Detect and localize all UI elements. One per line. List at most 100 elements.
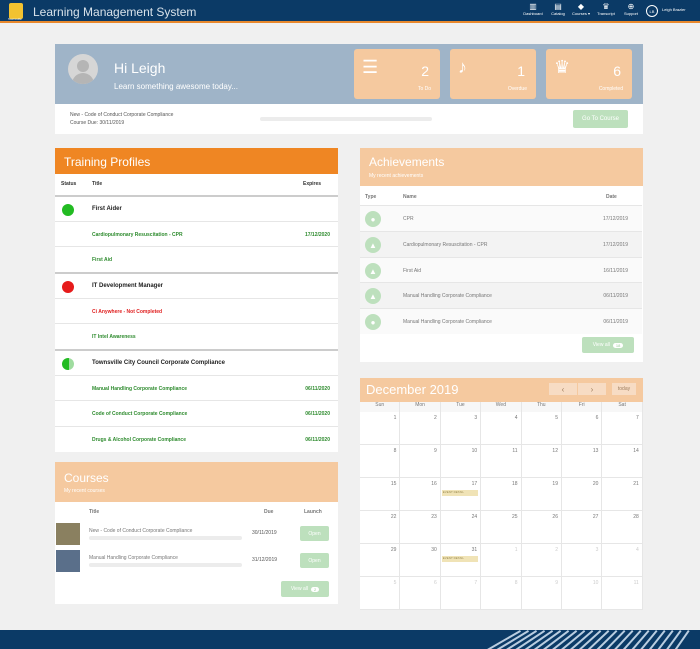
app-title: Learning Management System (33, 5, 197, 19)
day-number: 15 (390, 481, 397, 487)
profile-item[interactable]: IT Intel Awareness (55, 323, 338, 349)
profile-item[interactable]: Cardiopulmonary Resuscitation - CPR 17/1… (55, 221, 338, 247)
col-date: Date (606, 194, 617, 200)
stat-overdue[interactable]: ♪ 1 Overdue (450, 49, 536, 99)
user-avatar[interactable]: LB (646, 5, 658, 17)
calendar-day[interactable]: 31 EVENT DETAIL (440, 544, 482, 577)
calendar-day[interactable]: 7 (440, 577, 482, 610)
achievement-row[interactable]: ▲ Cardiopulmonary Resuscitation - CPR 17/1… (360, 231, 642, 257)
calendar-day[interactable]: 15 (360, 478, 401, 511)
calendar-day[interactable]: 8 (360, 445, 401, 478)
calendar-event[interactable]: EVENT DETAIL (441, 556, 478, 562)
calendar-day[interactable]: 1 (481, 544, 522, 577)
course-row[interactable]: New - Code of Conduct Corporate Complian… (55, 521, 338, 547)
course-progress (89, 563, 242, 567)
open-course-button[interactable]: Open (300, 553, 329, 568)
profile-group[interactable]: IT Development Manager (55, 272, 338, 298)
calendar-day[interactable]: 3 (562, 544, 603, 577)
profile-item[interactable]: Drugs & Alcohol Corporate Compliance 06/… (55, 426, 338, 452)
calendar-day[interactable]: 10 (562, 577, 603, 610)
course-progress (89, 536, 242, 540)
calendar-day[interactable]: 2 (521, 544, 562, 577)
day-number: 2 (555, 547, 558, 553)
go-to-course-button[interactable]: Go To Course (573, 110, 628, 128)
calendar-day[interactable]: 9 (400, 445, 441, 478)
calendar-day[interactable]: 11 (602, 577, 643, 610)
calendar-day[interactable]: 8 (481, 577, 522, 610)
status-dot-icon (62, 358, 74, 370)
col-status: Status (61, 181, 77, 187)
calendar-day[interactable]: 22 (360, 511, 401, 544)
calendar-day[interactable]: 20 (562, 478, 603, 511)
achievement-row[interactable]: ● Manual Handling Corporate Compliance 06/… (360, 308, 642, 334)
bell-icon: ♪ (458, 57, 467, 77)
user-name[interactable]: Leigh Brazier (662, 7, 686, 12)
courses-view-all-button[interactable]: View all 2 (281, 581, 329, 597)
nav-transcript[interactable]: ♛ Transcript (593, 3, 619, 17)
col-name: Name (403, 194, 417, 200)
profile-group[interactable]: First Aider (55, 195, 338, 221)
training-profiles-title: Training Profiles (64, 155, 151, 169)
calendar-day[interactable]: 29 (360, 544, 401, 577)
graduation-cap-icon: ◆ (577, 2, 585, 11)
calendar-day[interactable]: 26 (521, 511, 562, 544)
stat-todo[interactable]: ☰ 2 To Do (354, 49, 440, 99)
nav-courses[interactable]: ◆ Courses ▾ (568, 2, 594, 17)
calendar-day[interactable]: 30 (400, 544, 441, 577)
calendar-day[interactable]: 4 (481, 412, 522, 445)
calendar-prev-button[interactable]: ‹ (549, 383, 577, 395)
calendar-day[interactable]: 24 (440, 511, 482, 544)
calendar-today-button[interactable]: today (612, 383, 636, 395)
profile-item[interactable]: Manual Handling Corporate Compliance 06/… (55, 375, 338, 401)
profile-group[interactable]: Townsville City Council Corporate Compli… (55, 349, 338, 375)
calendar-day[interactable]: 16 (400, 478, 441, 511)
calendar-day[interactable]: 19 (521, 478, 562, 511)
calendar-day[interactable]: 5 (360, 577, 401, 610)
day-number: 4 (636, 547, 639, 553)
calendar-event[interactable]: EVENT DETAIL (441, 490, 478, 496)
calendar-day[interactable]: 18 (481, 478, 522, 511)
calendar-day[interactable]: 11 (481, 445, 522, 478)
courses-subtitle: My recent courses (64, 488, 105, 494)
calendar-day[interactable]: 4 (602, 544, 643, 577)
stat-completed[interactable]: ♛ 6 Completed (546, 49, 632, 99)
calendar-day[interactable]: 1 (360, 412, 401, 445)
calendar-month-title: December 2019 (366, 382, 459, 397)
calendar-day[interactable]: 17 EVENT DETAIL (440, 478, 482, 511)
calendar-day[interactable]: 3 (440, 412, 482, 445)
course-thumbnail (56, 523, 80, 545)
open-course-button[interactable]: Open (300, 526, 329, 541)
calendar-day[interactable]: 25 (481, 511, 522, 544)
calendar-day[interactable]: 5 (521, 412, 562, 445)
calendar-day[interactable]: 27 (562, 511, 603, 544)
calendar-day[interactable]: 14 (602, 445, 643, 478)
current-course-due: Course Due: 30/11/2019 (70, 120, 125, 126)
medal-icon: ● (365, 314, 381, 330)
calendar-day[interactable]: 2 (400, 412, 441, 445)
profile-item[interactable]: First Aid (55, 246, 338, 272)
calendar-day[interactable]: 23 (400, 511, 441, 544)
day-number: 12 (552, 448, 558, 454)
calendar-day[interactable]: 7 (602, 412, 643, 445)
achievement-row[interactable]: ▲ Manual Handling Corporate Compliance 06/… (360, 282, 642, 308)
user-avatar-icon (68, 54, 98, 84)
achievements-view-all-button[interactable]: View all 18 (582, 337, 634, 353)
profile-item[interactable]: Code of Conduct Corporate Compliance 06/… (55, 400, 338, 426)
current-course-name: New - Code of Conduct Corporate Complian… (70, 112, 174, 118)
achievement-row[interactable]: ● CPR 17/12/2019 (360, 205, 642, 231)
profile-item[interactable]: Ci Anywhere - Not Completed (55, 298, 338, 324)
calendar-day[interactable]: 13 (562, 445, 603, 478)
calendar-day[interactable]: 21 (602, 478, 643, 511)
achievement-row[interactable]: ▲ First Aid 16/11/2019 (360, 257, 642, 283)
calendar-day[interactable]: 6 (400, 577, 441, 610)
calendar-next-button[interactable]: › (578, 383, 606, 395)
calendar-day[interactable]: 9 (521, 577, 562, 610)
calendar-day[interactable]: 6 (562, 412, 603, 445)
calendar-day[interactable]: 28 (602, 511, 643, 544)
calendar-day[interactable]: 12 (521, 445, 562, 478)
course-row[interactable]: Manual Handling Corporate Compliance 31/… (55, 548, 338, 574)
book-icon: ▤ (554, 2, 562, 11)
nav-support[interactable]: ⊕ Support (618, 3, 644, 17)
nav-dashboard[interactable]: ▥ Dashboard (520, 3, 546, 17)
calendar-day[interactable]: 10 (440, 445, 482, 478)
